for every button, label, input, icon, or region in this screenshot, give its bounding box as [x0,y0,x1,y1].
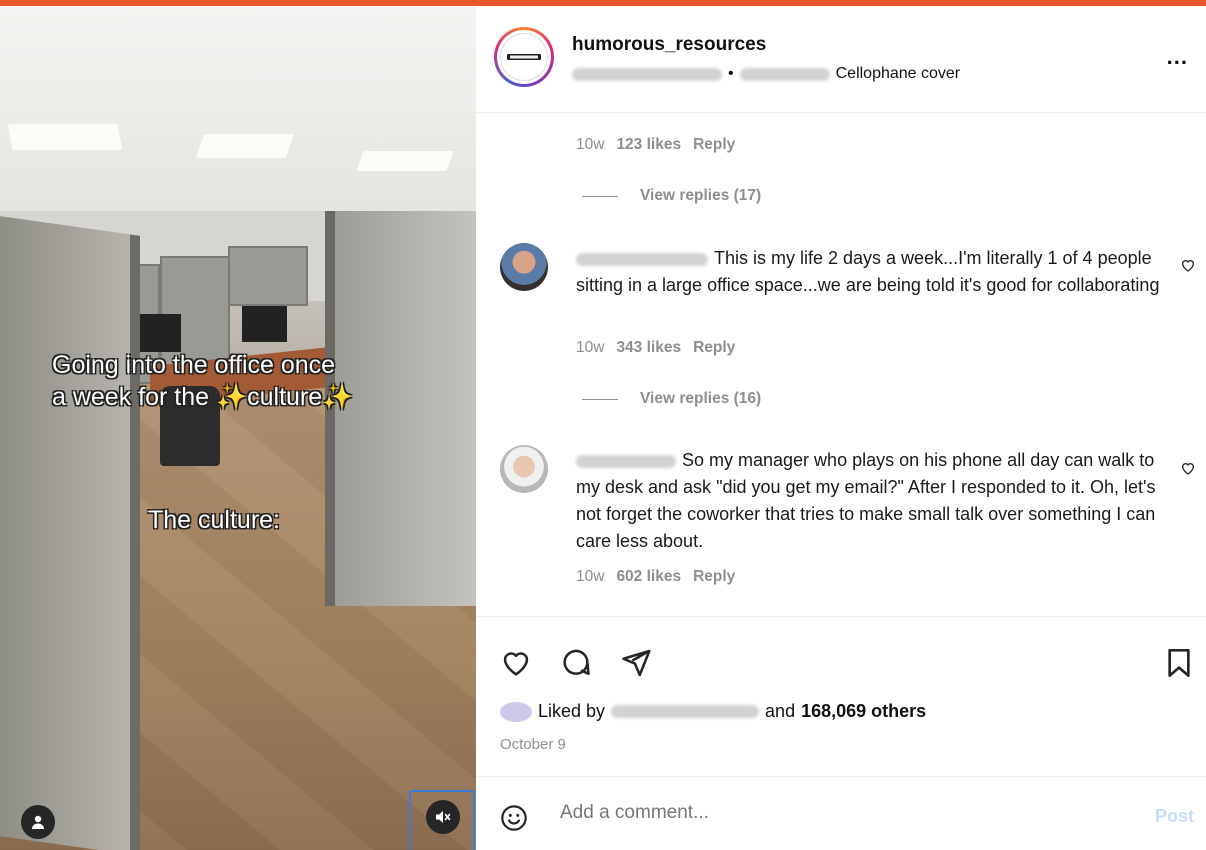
comment-input[interactable] [560,802,1120,824]
audio-title[interactable]: Cellophane cover [836,65,961,83]
liker-avatar [500,701,532,722]
share-button[interactable] [620,647,652,684]
commenter-avatar[interactable] [500,243,548,291]
comment-age: 10w [576,339,605,356]
reply-button[interactable]: Reply [693,136,735,154]
heart-icon [503,652,529,676]
send-icon [622,649,651,677]
sparkle-emoji: ✨ [215,383,248,411]
comment-age: 10w [576,568,605,585]
comment-meta: 10w 343 likes Reply [576,339,735,357]
comment-body: This is my life 2 days a week...I'm lite… [576,245,1166,299]
replies-divider-line [582,398,618,400]
view-replies-label: View replies (16) [640,390,762,407]
view-replies-button[interactable]: View replies (16) [582,390,761,408]
heart-icon [1181,463,1195,475]
more-horizontal-icon: ... [1166,44,1188,69]
likes-count[interactable]: 168,069 others [801,701,926,722]
blurred-username[interactable] [576,454,676,468]
add-comment-bar: Post [476,776,1206,850]
video-caption-bottom: The culture: [148,506,281,534]
ceiling-light [356,151,454,171]
avatar-logo-mark [507,54,541,60]
post-comment-button[interactable]: Post [1155,806,1194,827]
tagged-users-button[interactable] [21,805,55,839]
liked-by-prefix: Liked by [538,701,606,721]
heart-icon [1181,260,1195,272]
post-subline: • Cellophane cover [572,65,960,83]
blurred-username[interactable] [576,252,708,266]
like-button[interactable] [500,647,532,684]
save-button[interactable] [1164,647,1194,684]
view-replies-button[interactable]: View replies (17) [582,187,761,205]
comment-like-button[interactable] [1180,460,1196,481]
more-options-button[interactable]: ... [1167,44,1188,70]
liked-by-and: and [765,701,796,721]
liked-by-summary[interactable]: Liked by and 168,069 others [500,701,926,722]
caption-line-2: a week for the ✨culture✨ [52,381,432,413]
comment-meta: 10w 602 likes Reply [576,568,735,586]
reply-button[interactable]: Reply [693,568,735,586]
ceiling-light [7,124,123,150]
emoji-picker-button[interactable] [500,804,528,837]
caption-culture-word: culture [247,383,323,411]
comments-list: 10w 123 likes Reply View replies (17) Th… [476,113,1206,616]
comment-likes[interactable]: 343 likes [616,339,681,357]
view-replies-label: View replies (17) [640,187,762,204]
comment-body: So my manager who plays on his phone all… [576,447,1166,555]
author-username[interactable]: humorous_resources [572,34,766,56]
cubicle-panel [228,246,308,306]
ceiling-light [195,134,295,158]
blurred-text [739,67,830,81]
avatar-logo [500,33,548,81]
avatar-inner [497,30,551,84]
comment-likes[interactable]: 123 likes [616,136,681,154]
comment-meta: 10w 123 likes Reply [576,136,735,154]
caption-line-1: Going into the office once [52,351,336,379]
caption-line-2-text: a week for the [52,383,216,411]
blurred-username[interactable] [611,705,760,718]
emoji-icon [501,805,527,831]
blurred-text [572,67,722,81]
post-header: humorous_resources • Cellophane cover ..… [476,6,1206,113]
comment-like-button[interactable] [1180,257,1196,278]
comment-likes[interactable]: 602 likes [616,568,681,586]
scene-ceiling [0,6,476,221]
post-side-panel: humorous_resources • Cellophane cover ..… [476,6,1206,850]
person-icon [32,815,44,829]
mute-toggle-button[interactable] [426,800,460,834]
reply-button[interactable]: Reply [693,339,735,357]
monitor [242,306,287,342]
replies-divider-line [582,195,618,197]
comment-button[interactable] [560,647,592,684]
sparkle-emoji: ✨ [322,383,354,411]
comment-age: 10w [576,136,605,153]
post-media-video[interactable]: Going into the office once a week for th… [0,6,476,850]
video-caption-top: Going into the office once a week for th… [52,349,432,413]
partition-left [0,216,140,850]
post-date: October 9 [500,736,566,753]
mute-button-focus-frame [409,790,475,850]
author-avatar[interactable] [494,27,554,87]
speaker-muted-icon [436,811,451,823]
post-actions [476,616,1206,776]
bookmark-icon [1168,649,1190,677]
comment-icon [563,649,590,676]
subline-separator: • [728,65,734,82]
commenter-avatar[interactable] [500,445,548,493]
